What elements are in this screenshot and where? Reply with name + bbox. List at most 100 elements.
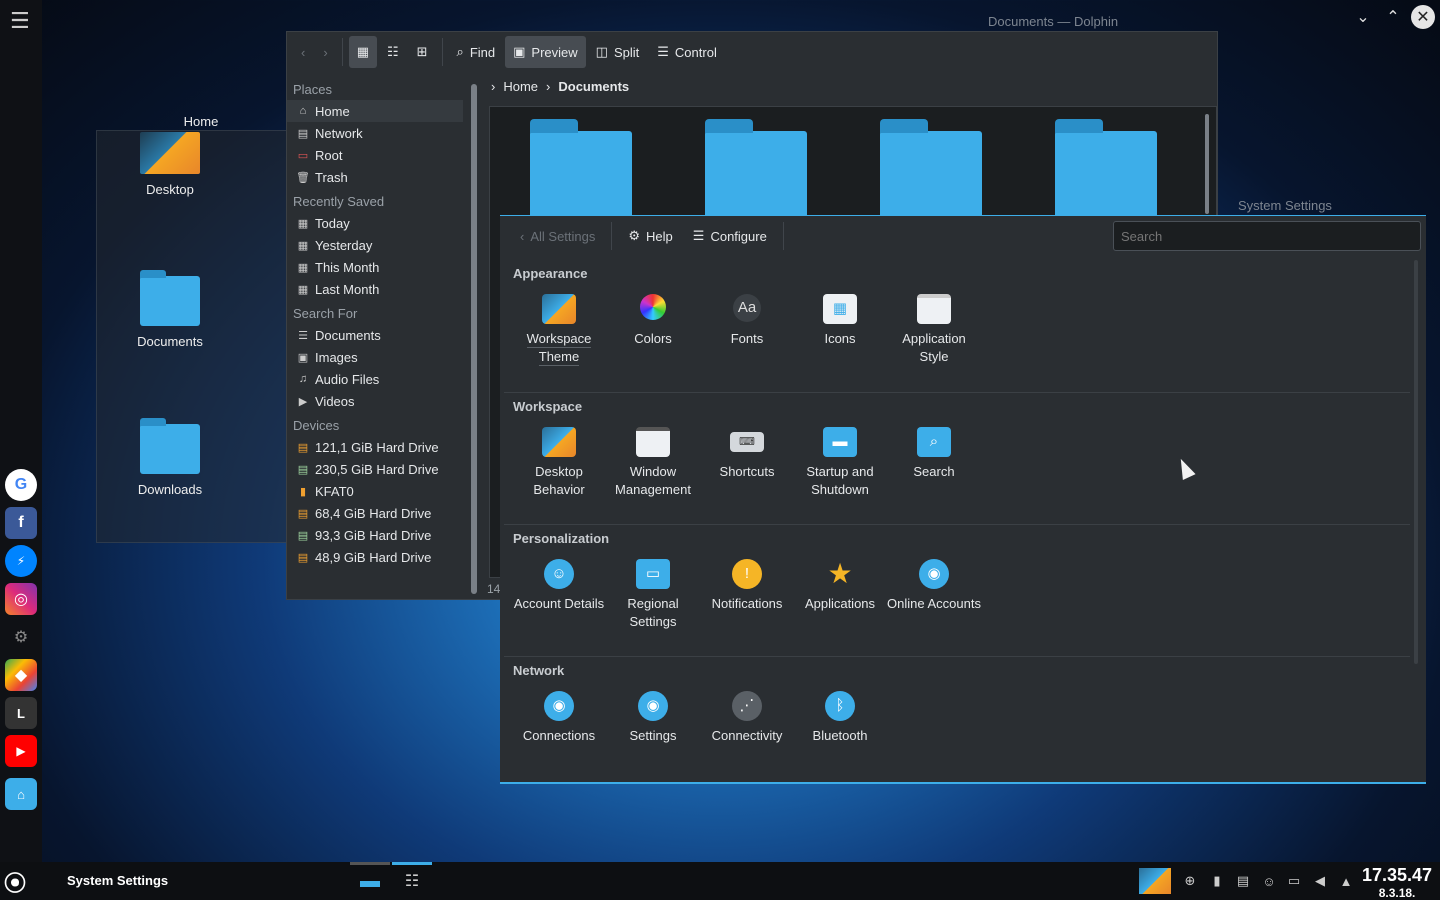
search-item-images[interactable]: ▣ Images — [287, 346, 469, 368]
icons-icon: ▦ — [823, 294, 857, 324]
desktop-item-documents[interactable]: Documents — [96, 270, 244, 349]
desktop-behavior-icon — [542, 427, 576, 457]
youtube-icon[interactable]: ▶ — [5, 735, 37, 767]
recent-item-last-month[interactable]: ▦ Last Month — [287, 278, 469, 300]
settings-item-account-details[interactable]: ☺ Account Details — [512, 559, 606, 613]
search-item-videos[interactable]: ▶ Videos — [287, 390, 469, 412]
messenger-icon[interactable]: ⚡ — [5, 545, 37, 577]
settings-item-applications[interactable]: ★ Applications — [793, 559, 887, 613]
search-icon: ⌕ — [456, 44, 464, 59]
volume-icon[interactable]: ◀ — [1311, 872, 1329, 890]
settings-item-fonts[interactable]: Aa Fonts — [700, 294, 794, 348]
all-settings-button[interactable]: ‹ All Settings — [512, 220, 603, 252]
usb-drive-icon: ▮ — [299, 485, 307, 498]
chevron-down-icon[interactable]: ⌄ — [1350, 4, 1376, 30]
settings-item-connections[interactable]: ◉ Connections — [512, 691, 606, 745]
hamburger-menu-icon[interactable]: ☰ — [10, 10, 32, 32]
forward-arrow-icon[interactable]: › — [315, 36, 335, 68]
folder-icon[interactable] — [530, 119, 632, 221]
breadcrumb: › Home › Documents — [491, 79, 629, 94]
desktop-item-downloads[interactable]: Downloads — [96, 418, 244, 497]
chevron-up-icon[interactable]: ⌃ — [1380, 4, 1406, 30]
compact-view-icon[interactable]: ☷ — [379, 36, 407, 68]
chevron-up-icon[interactable]: ▲ — [1337, 872, 1355, 890]
desktop-preview-icon[interactable] — [1139, 868, 1171, 894]
home-folder-icon[interactable]: ⌂ — [5, 778, 37, 810]
taskbar: ⦿ System Settings ▬ ☷ ⊕ ▮ ▤ ☺ ▭ ◀ ▲ 17.3… — [0, 862, 1440, 900]
device-item[interactable]: ▤ 230,5 GiB Hard Drive — [287, 458, 469, 480]
settings-item-search[interactable]: ⌕ Search — [887, 427, 981, 481]
settings-item-shortcuts[interactable]: ⌨ Shortcuts — [700, 427, 794, 481]
back-arrow-icon[interactable]: ‹ — [293, 36, 313, 68]
settings-item-application-style[interactable]: Application Style — [887, 294, 981, 366]
device-item[interactable]: ▤ 121,1 GiB Hard Drive — [287, 436, 469, 458]
hard-drive-icon: ▤ — [297, 529, 309, 542]
search-item-audio-files[interactable]: ♫ Audio Files — [287, 368, 469, 390]
task-system-settings[interactable]: ☷ — [392, 862, 432, 900]
launcher-icon[interactable]: ⦿ — [4, 866, 36, 896]
search-item-documents[interactable]: ☰ Documents — [287, 324, 469, 346]
recent-item-today[interactable]: ▦ Today — [287, 212, 469, 234]
breadcrumb-home[interactable]: Home — [503, 79, 538, 94]
maps-icon[interactable]: ◆ — [5, 659, 37, 691]
file-view-scrollbar[interactable] — [1205, 114, 1209, 214]
settings-item-connectivity[interactable]: ⋰ Connectivity — [700, 691, 794, 745]
icons-view-icon[interactable]: ▦ — [348, 36, 377, 68]
network-icon[interactable]: ▤ — [1234, 872, 1252, 890]
clock[interactable]: 17.35.47 8.3.18. — [1362, 865, 1432, 900]
item-label: Window Management — [615, 464, 691, 497]
settings-item-workspace-theme[interactable]: Workspace Theme — [512, 294, 606, 366]
user-switch-icon[interactable]: ☺ — [1260, 872, 1278, 890]
item-label: Icons — [824, 331, 856, 346]
folder-icon[interactable] — [705, 119, 807, 221]
device-item[interactable]: ▤ 68,4 GiB Hard Drive — [287, 502, 469, 524]
close-icon[interactable]: ✕ — [1411, 5, 1435, 29]
desktop-item-desktop[interactable]: Desktop — [96, 132, 244, 197]
folder-icon[interactable] — [880, 119, 982, 221]
settings-item-regional-settings[interactable]: ▭ Regional Settings — [606, 559, 700, 631]
control-button[interactable]: ☰ Control — [649, 36, 725, 68]
recent-label: Last Month — [315, 281, 380, 297]
kde-icon[interactable]: ⚙ — [5, 621, 37, 653]
task-dolphin[interactable]: ▬ — [350, 862, 390, 900]
details-view-icon[interactable]: ⊞ — [409, 36, 436, 68]
device-item[interactable]: ▮ KFAT0 — [287, 480, 469, 502]
settings-scrollbar[interactable] — [1414, 260, 1418, 664]
settings-item-window-management[interactable]: Window Management — [606, 427, 700, 499]
settings-item-network-settings[interactable]: ◉ Settings — [606, 691, 700, 745]
help-button[interactable]: ⚙ Help — [620, 220, 680, 252]
item-label: Connections — [522, 728, 596, 743]
places-item-home[interactable]: ⌂ Home — [287, 100, 463, 122]
places-item-trash[interactable]: 🗑 Trash — [287, 166, 469, 188]
settings-search-input[interactable] — [1113, 221, 1421, 251]
device-item[interactable]: ▤ 48,9 GiB Hard Drive — [287, 546, 469, 568]
places-item-root[interactable]: ▭ Root — [287, 144, 469, 166]
updates-icon[interactable]: ⊕ — [1181, 872, 1199, 890]
recent-item-yesterday[interactable]: ▦ Yesterday — [287, 234, 469, 256]
places-scrollbar[interactable] — [471, 84, 477, 594]
recent-item-this-month[interactable]: ▦ This Month — [287, 256, 469, 278]
settings-item-desktop-behavior[interactable]: Desktop Behavior — [512, 427, 606, 499]
facebook-icon[interactable]: f — [5, 507, 37, 539]
root-folder-icon: ▭ — [297, 149, 309, 162]
l-app-icon[interactable]: L — [5, 697, 37, 729]
preview-button[interactable]: ▣ Preview — [505, 36, 586, 68]
find-button[interactable]: ⌕ Find — [449, 36, 504, 68]
settings-item-online-accounts[interactable]: ◉ Online Accounts — [887, 559, 981, 613]
settings-item-icons[interactable]: ▦ Icons — [793, 294, 887, 348]
settings-item-bluetooth[interactable]: ᛒ Bluetooth — [793, 691, 887, 745]
device-item[interactable]: ▤ 93,3 GiB Hard Drive — [287, 524, 469, 546]
instagram-icon[interactable]: ◎ — [5, 583, 37, 615]
usb-icon[interactable]: ▮ — [1208, 872, 1226, 890]
settings-item-startup-and-shutdown[interactable]: ▬ Startup and Shutdown — [793, 427, 887, 499]
google-icon[interactable]: G — [5, 469, 37, 501]
scrollbar-thumb[interactable] — [471, 84, 477, 594]
settings-item-colors[interactable]: Colors — [606, 294, 700, 348]
breadcrumb-current[interactable]: Documents — [558, 79, 629, 94]
places-item-network[interactable]: ▤ Network — [287, 122, 469, 144]
split-button[interactable]: ◫ Split — [588, 36, 648, 68]
settings-item-notifications[interactable]: ! Notifications — [700, 559, 794, 613]
configure-button[interactable]: ☰ Configure — [685, 220, 775, 252]
clipboard-icon[interactable]: ▭ — [1285, 872, 1303, 890]
templates-folder-icon[interactable] — [1055, 119, 1157, 221]
